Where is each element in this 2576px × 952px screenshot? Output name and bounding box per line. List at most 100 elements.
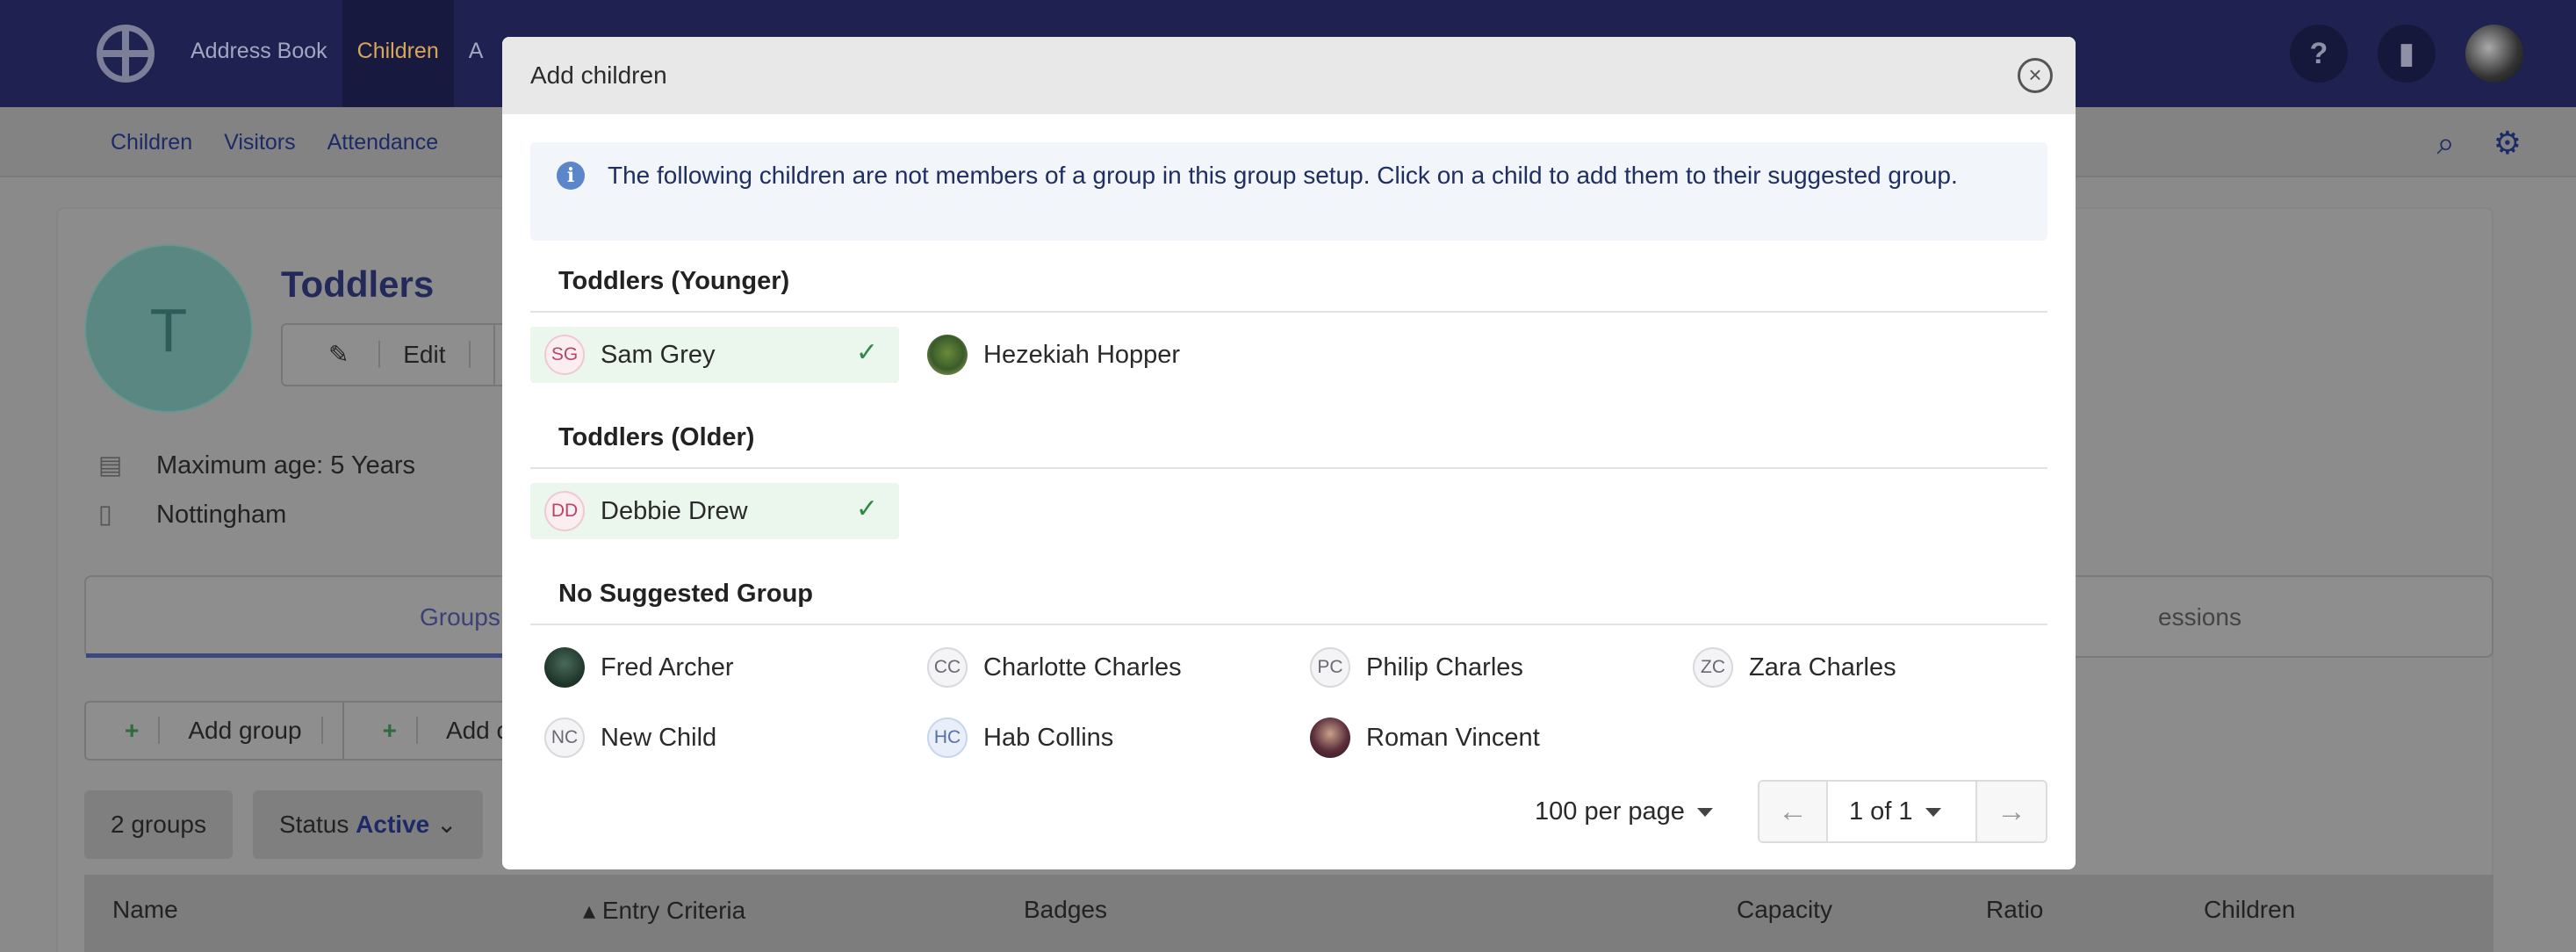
cake-icon: ▤ (98, 451, 123, 480)
sort-asc-icon: ▴ (583, 897, 602, 924)
child-hab-collins[interactable]: HC Hab Collins (913, 710, 1282, 766)
modal-title: Add children (530, 61, 667, 89)
page-select[interactable]: 1 of 1 (1828, 782, 1977, 841)
child-name: Zara Charles (1749, 653, 1896, 682)
tab-groups-underline (86, 653, 525, 658)
per-page-label: 100 per page (1535, 797, 1685, 826)
status-filter[interactable]: Status Active ⌄ (253, 790, 484, 859)
avatar: HC (927, 718, 968, 758)
max-age-row: ▤ Maximum age: 5 Years (98, 450, 415, 480)
groups-count-chip[interactable]: 2 groups (84, 790, 233, 859)
top-nav: Address Book Children A (176, 0, 498, 107)
child-charlotte-charles[interactable]: CC Charlotte Charles (913, 639, 1282, 696)
col-entry-criteria[interactable]: ▴ Entry Criteria (583, 896, 745, 925)
building-icon[interactable]: ▮ (2378, 25, 2436, 83)
child-roman-vincent[interactable]: Roman Vincent (1296, 710, 1665, 766)
section-title-toddlers-younger: Toddlers (Younger) (558, 267, 790, 295)
plus-icon: + (363, 717, 418, 744)
avatar: CC (927, 647, 968, 688)
search-icon[interactable]: ⌕ (2437, 125, 2455, 162)
group-avatar: T (84, 244, 253, 413)
location-row: ▯ Nottingham (98, 499, 286, 530)
child-name: Philip Charles (1366, 653, 1523, 682)
child-name: Hab Collins (983, 723, 1114, 752)
per-page-select[interactable]: 100 per page (1535, 780, 1713, 843)
max-age-text: Maximum age: 5 Years (156, 451, 415, 480)
prev-page-arrow-icon[interactable]: ← (1759, 782, 1828, 841)
status-filter-value: Active (356, 811, 430, 838)
child-sam-grey[interactable]: SG Sam Grey ✓ (530, 327, 899, 383)
col-name[interactable]: Name (112, 896, 178, 924)
avatar: PC (1310, 647, 1350, 688)
help-icon[interactable]: ? (2290, 25, 2348, 83)
edit-button[interactable]: ✎ Edit (283, 325, 495, 385)
topnav-truncated[interactable]: A (454, 0, 499, 107)
section-title-no-suggested-group: No Suggested Group (558, 580, 813, 608)
section-divider (530, 467, 2047, 469)
add-group-button[interactable]: + Add group (86, 703, 344, 759)
child-new-child[interactable]: NC New Child (530, 710, 899, 766)
tab-groups[interactable]: Groups (420, 603, 500, 631)
topnav-address-book[interactable]: Address Book (176, 0, 342, 107)
tab-sessions[interactable]: essions (2158, 603, 2241, 631)
child-philip-charles[interactable]: PC Philip Charles (1296, 639, 1665, 696)
groups-table-header: Name ▴ Entry Criteria Badges Capacity Ra… (84, 875, 2493, 952)
pencil-icon: ✎ (306, 341, 381, 368)
avatar: NC (544, 718, 585, 758)
chevron-down-icon (1696, 808, 1713, 818)
avatar (544, 647, 585, 688)
section-divider (530, 624, 2047, 625)
sub-icons: ⌕ ⚙ (2437, 125, 2522, 162)
avatar (927, 335, 968, 375)
child-fred-archer[interactable]: Fred Archer (530, 639, 899, 696)
col-capacity[interactable]: Capacity (1737, 896, 1832, 924)
chevron-down-icon: ⌄ (436, 811, 457, 838)
info-icon: i (557, 162, 585, 190)
child-debbie-drew[interactable]: DD Debbie Drew ✓ (530, 483, 899, 539)
section-title-toddlers-older: Toddlers (Older) (558, 423, 755, 451)
status-filter-label: Status (279, 811, 349, 838)
child-hezekiah-hopper[interactable]: Hezekiah Hopper (913, 327, 1282, 383)
check-icon: ✓ (855, 338, 878, 367)
modal-header: Add children × (502, 37, 2076, 114)
location-text: Nottingham (156, 501, 287, 529)
info-text: The following children are not members o… (608, 162, 1958, 189)
subnav-visitors[interactable]: Visitors (208, 107, 312, 177)
plus-icon: + (105, 717, 161, 744)
add-group-label: Add group (169, 717, 323, 744)
avatar: DD (544, 491, 585, 531)
building-small-icon: ▯ (98, 501, 112, 529)
app-logo[interactable] (97, 25, 155, 83)
info-message: i The following children are not members… (530, 142, 2047, 241)
child-name: Sam Grey (601, 340, 716, 369)
chevron-down-icon (1925, 808, 1941, 818)
avatar (1310, 718, 1350, 758)
add-children-modal: Add children × i The following children … (502, 37, 2076, 869)
user-avatar[interactable] (2465, 25, 2523, 83)
col-ratio[interactable]: Ratio (1986, 896, 2043, 924)
top-right-actions: ? ▮ (2290, 25, 2523, 83)
child-name: Fred Archer (601, 653, 734, 682)
child-zara-charles[interactable]: ZC Zara Charles (1679, 639, 2047, 696)
page-value: 1 of 1 (1849, 797, 1913, 826)
avatar: ZC (1693, 647, 1733, 688)
next-page-arrow-icon[interactable]: → (1977, 782, 2046, 841)
subnav-children[interactable]: Children (95, 107, 208, 177)
check-icon: ✓ (855, 494, 878, 523)
section-divider (530, 311, 2047, 313)
child-name: Hezekiah Hopper (983, 340, 1181, 369)
edit-label: Edit (380, 341, 471, 368)
sub-nav: Children Visitors Attendance (95, 107, 454, 177)
topnav-children[interactable]: Children (342, 0, 454, 107)
child-name: Roman Vincent (1366, 723, 1540, 752)
settings-gears-icon[interactable]: ⚙ (2493, 125, 2522, 162)
close-icon[interactable]: × (2018, 58, 2053, 93)
avatar: SG (544, 335, 585, 375)
child-name: New Child (601, 723, 717, 752)
child-name: Debbie Drew (601, 496, 748, 525)
group-title: Toddlers (281, 263, 435, 305)
col-badges[interactable]: Badges (1024, 896, 1107, 924)
subnav-attendance[interactable]: Attendance (312, 107, 455, 177)
col-children[interactable]: Children (2204, 896, 2295, 924)
child-name: Charlotte Charles (983, 653, 1182, 682)
